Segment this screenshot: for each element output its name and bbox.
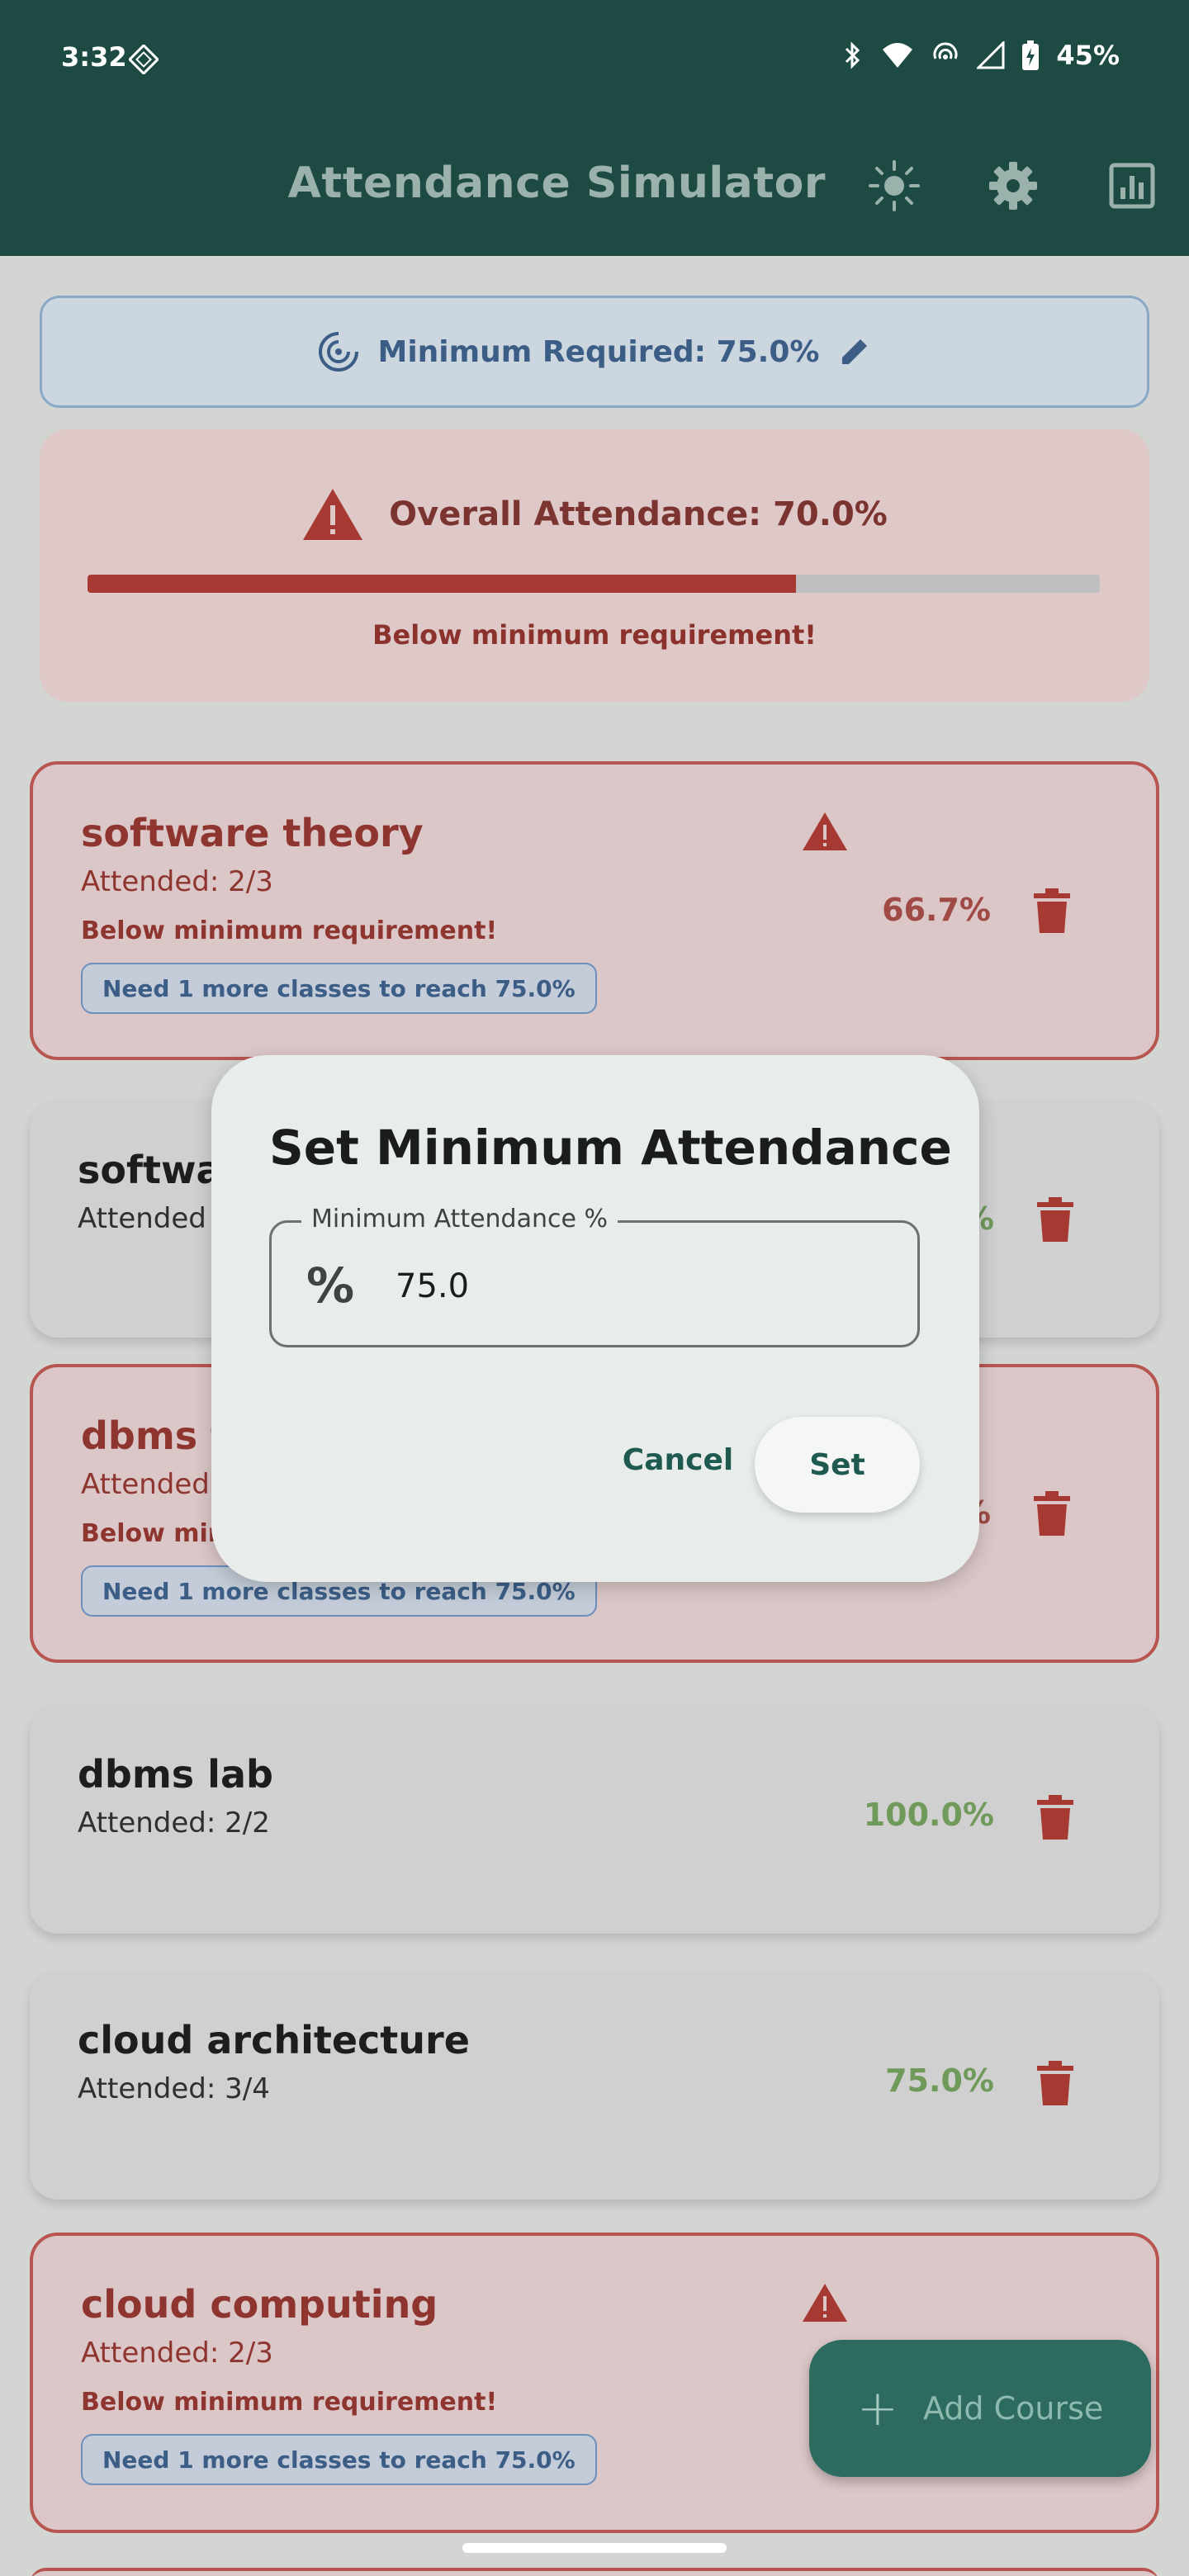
minimum-required-label: Minimum Required: 75.0% [377, 334, 820, 369]
wifi-icon [883, 43, 913, 68]
overall-attendance-card: Overall Attendance: 70.0% [40, 429, 1149, 702]
course-attended: Attended: 2/3 [81, 865, 273, 898]
next-course-card-edge [30, 2568, 1159, 2576]
course-attended: Attended: 2/3 [81, 2337, 273, 2370]
delete-icon[interactable] [1037, 2061, 1073, 2105]
delete-icon[interactable] [1037, 1795, 1073, 1840]
battery-icon [1022, 40, 1040, 70]
status-icons: 45% [841, 40, 1120, 71]
plus-icon: + [856, 2379, 898, 2437]
app-bar: Attendance Simulator [0, 116, 1189, 256]
course-warning-text: Below minimum requirement! [81, 916, 498, 945]
course-percentage: 100.0% [863, 1797, 994, 1833]
course-card[interactable]: software theory Attended: 2/3 Below mini… [30, 761, 1159, 1060]
course-card[interactable]: dbms lab Attended: 2/2 100.0% [30, 1706, 1159, 1934]
course-name: dbms lab [78, 1752, 273, 1797]
target-icon [318, 332, 358, 372]
delete-icon[interactable] [1037, 1197, 1073, 1242]
minimum-required-chip[interactable]: Minimum Required: 75.0% [40, 296, 1149, 408]
set-button[interactable]: Set [755, 1417, 920, 1513]
delete-icon[interactable] [1034, 888, 1070, 933]
course-attended: Attended: 2/2 [78, 1807, 270, 1840]
theme-toggle-button[interactable] [865, 157, 923, 215]
warning-icon [803, 2284, 847, 2322]
course-name: software theory [81, 811, 424, 855]
overall-note: Below minimum requirement! [372, 619, 817, 651]
hotspot-icon [933, 42, 958, 59]
gear-icon [989, 162, 1037, 210]
field-label: Minimum Attendance % [301, 1205, 618, 1234]
app-title: Attendance Simulator [287, 159, 826, 208]
dialog-title: Set Minimum Attendance [269, 1120, 952, 1176]
minimum-attendance-field[interactable]: Minimum Attendance % % [269, 1205, 920, 1347]
bluetooth-icon [846, 41, 860, 69]
course-attended: Attended: 3/4 [78, 2072, 270, 2105]
sun-icon [869, 160, 920, 211]
course-name: softwa [78, 1148, 222, 1192]
course-need-badge: Need 1 more classes to reach 75.0% [81, 963, 597, 1014]
course-card[interactable]: cloud architecture Attended: 3/4 75.0% [30, 1972, 1159, 2200]
course-name: cloud computing [81, 2282, 438, 2327]
signal-icon [977, 41, 1005, 69]
overall-attendance-label: Overall Attendance: 70.0% [389, 495, 888, 533]
settings-button[interactable] [984, 157, 1042, 215]
bar-chart-icon [1109, 163, 1155, 209]
data-saver-icon [129, 45, 159, 74]
course-warning-text: Below minimum requirement! [81, 2388, 498, 2417]
course-need-badge: Need 1 more classes to reach 75.0% [81, 2434, 597, 2485]
warning-icon [803, 812, 847, 850]
set-minimum-dialog: Set Minimum Attendance Minimum Attendanc… [211, 1055, 979, 1582]
course-percentage: 66.7% [882, 892, 991, 928]
home-indicator[interactable] [462, 2543, 727, 2553]
overall-progress-bar [88, 575, 1100, 593]
course-attended: Attended [81, 1468, 210, 1501]
course-name: cloud architecture [78, 2018, 470, 2062]
warning-icon [303, 489, 363, 540]
delete-icon[interactable] [1034, 1491, 1070, 1536]
cancel-button[interactable]: Cancel [588, 1412, 768, 1508]
statistics-button[interactable] [1103, 157, 1161, 215]
overall-title: Overall Attendance: 70.0% [40, 487, 1149, 542]
overall-progress-fill [88, 575, 797, 593]
add-course-label: Add Course [922, 2390, 1104, 2427]
minimum-attendance-input[interactable] [396, 1259, 858, 1314]
percent-icon: % [306, 1257, 355, 1314]
status-time: 3:32 [61, 41, 127, 73]
course-percentage: 75.0% [885, 2062, 994, 2099]
course-attended: Attended [78, 1202, 206, 1235]
course-warning-text: Below min [81, 1519, 226, 1548]
course-name: dbms t [81, 1413, 230, 1458]
battery-level: 45% [1056, 40, 1120, 71]
edit-icon[interactable] [837, 334, 872, 369]
add-course-button[interactable]: + Add Course [809, 2340, 1151, 2477]
status-bar: 3:32 45% [0, 0, 1189, 116]
